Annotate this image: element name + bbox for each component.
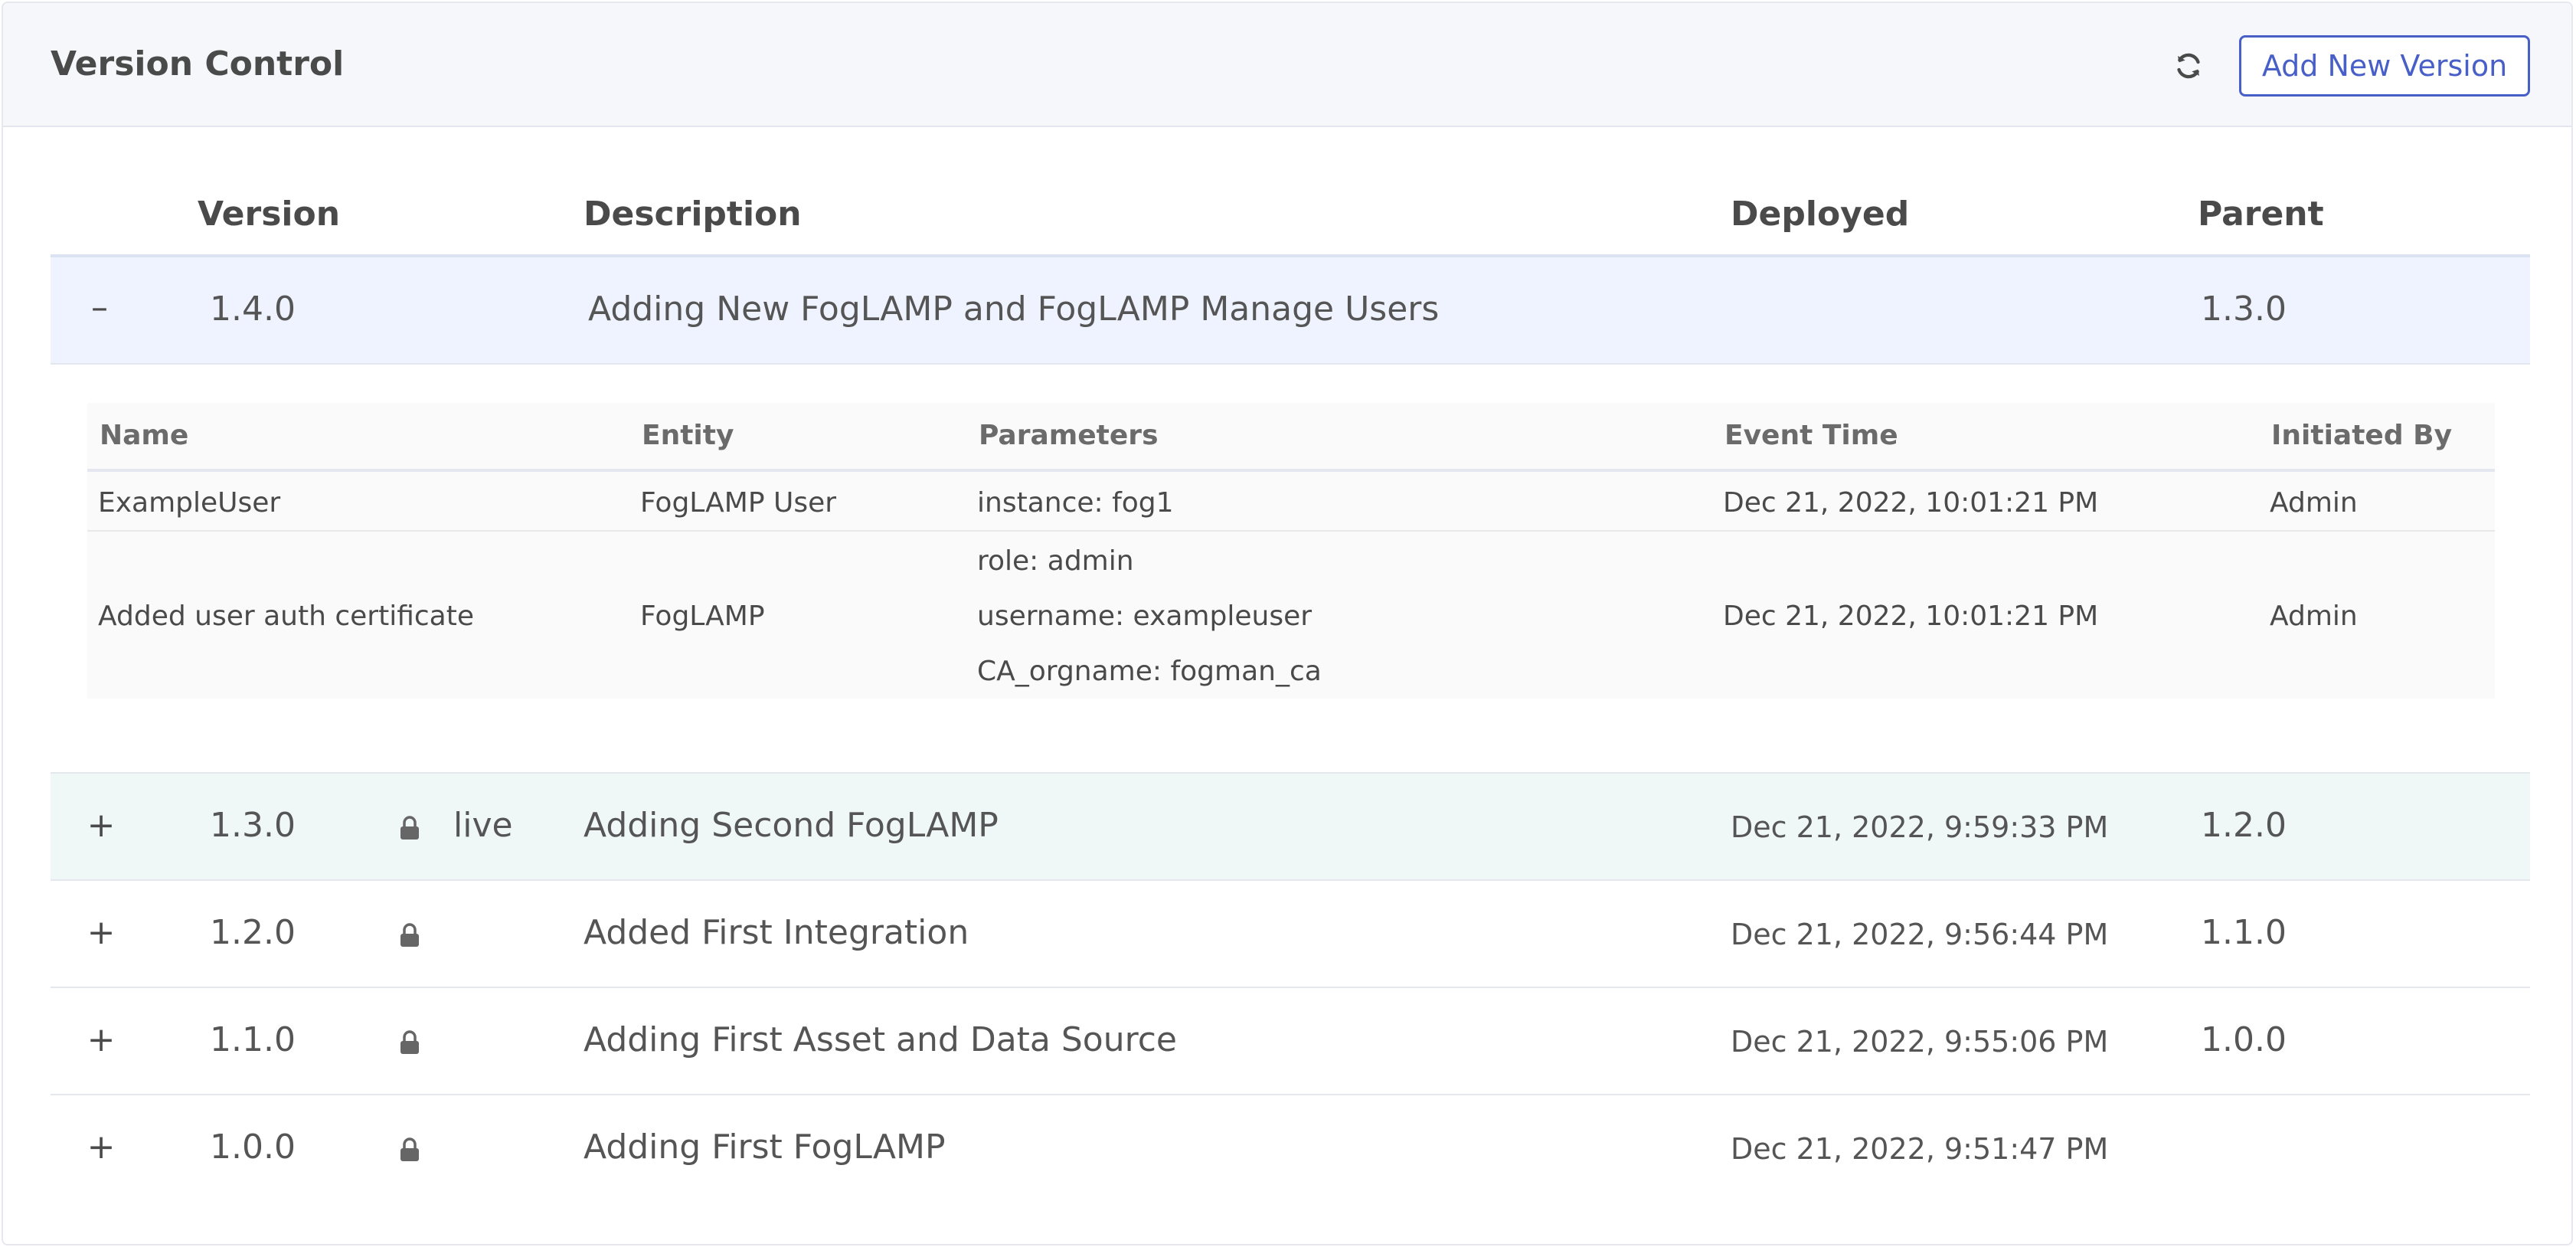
version-description: Added First Integration	[584, 913, 969, 952]
change-parameter: username: exampleuser	[977, 601, 1313, 632]
changes-header-entity: Entity	[642, 420, 734, 451]
change-parameter: role: admin	[977, 545, 1134, 577]
deployed-date: Dec 21, 2022, 9:55:06 PM	[1731, 1025, 2109, 1059]
expand-toggle[interactable]: +	[78, 1128, 124, 1167]
changes-header-parameters: Parameters	[979, 420, 1159, 451]
deployed-date: Dec 21, 2022, 9:56:44 PM	[1731, 918, 2109, 951]
lock-icon	[400, 923, 419, 947]
expand-toggle[interactable]: +	[78, 1020, 124, 1059]
change-parameter: CA_orgname: fogman_ca	[977, 656, 1322, 687]
lock-icon	[400, 816, 419, 840]
table-row[interactable]	[51, 1095, 2530, 1203]
lock-icon	[400, 1030, 419, 1054]
parent-version: 1.3.0	[2201, 290, 2287, 329]
version-control-card: Version Control Add New Version Version …	[2, 2, 2573, 1245]
column-header-description[interactable]: Description	[584, 195, 802, 234]
change-entity: FogLAMP	[640, 601, 765, 632]
change-name: ExampleUser	[98, 487, 281, 519]
page-title: Version Control	[51, 44, 345, 83]
expand-toggle[interactable]: +	[78, 806, 124, 845]
change-event-time: Dec 21, 2022, 10:01:21 PM	[1723, 601, 2099, 632]
version-number: 1.3.0	[210, 806, 296, 845]
changes-header-name: Name	[100, 420, 189, 451]
changes-header-event-time: Event Time	[1724, 420, 1898, 451]
version-number: 1.4.0	[210, 290, 296, 329]
refresh-icon	[2177, 53, 2200, 79]
table-row-live[interactable]	[51, 772, 2530, 881]
version-description: Adding Second FogLAMP	[584, 806, 999, 845]
change-event-time: Dec 21, 2022, 10:01:21 PM	[1723, 487, 2099, 519]
change-parameter: instance: fog1	[977, 487, 1174, 519]
change-initiated-by: Admin	[2270, 487, 2358, 519]
table-row[interactable]	[51, 988, 2530, 1095]
table-row[interactable]	[51, 881, 2530, 988]
change-entity: FogLAMP User	[640, 487, 837, 519]
version-description: Adding First FogLAMP	[584, 1128, 946, 1167]
parent-version: 1.2.0	[2201, 806, 2287, 845]
column-header-deployed[interactable]: Deployed	[1731, 195, 1909, 234]
add-new-version-button[interactable]: Add New Version	[2239, 35, 2530, 97]
changes-table	[87, 403, 2495, 699]
lock-icon	[400, 1137, 419, 1161]
refresh-button[interactable]	[2169, 46, 2208, 86]
parent-version: 1.0.0	[2201, 1020, 2287, 1059]
live-badge: live	[453, 806, 513, 845]
deployed-date: Dec 21, 2022, 9:51:47 PM	[1731, 1132, 2109, 1166]
change-name: Added user auth certificate	[98, 601, 475, 632]
version-description: Adding First Asset and Data Source	[584, 1020, 1177, 1059]
column-header-version[interactable]: Version	[198, 195, 340, 234]
parent-version: 1.1.0	[2201, 913, 2287, 952]
version-number: 1.1.0	[210, 1020, 296, 1059]
changes-row-divider	[87, 530, 2495, 532]
column-header-parent[interactable]: Parent	[2198, 195, 2324, 234]
card-header: Version Control Add New Version	[3, 3, 2571, 127]
expand-toggle[interactable]: +	[78, 913, 124, 952]
collapse-toggle[interactable]: –	[77, 288, 123, 327]
changes-header-divider	[87, 469, 2495, 472]
version-number: 1.0.0	[210, 1128, 296, 1167]
version-description: Adding New FogLAMP and FogLAMP Manage Us…	[588, 290, 1440, 329]
changes-header-initiated-by: Initiated By	[2271, 420, 2453, 451]
version-number: 1.2.0	[210, 913, 296, 952]
deployed-date: Dec 21, 2022, 9:59:33 PM	[1731, 810, 2109, 844]
change-initiated-by: Admin	[2270, 601, 2358, 632]
